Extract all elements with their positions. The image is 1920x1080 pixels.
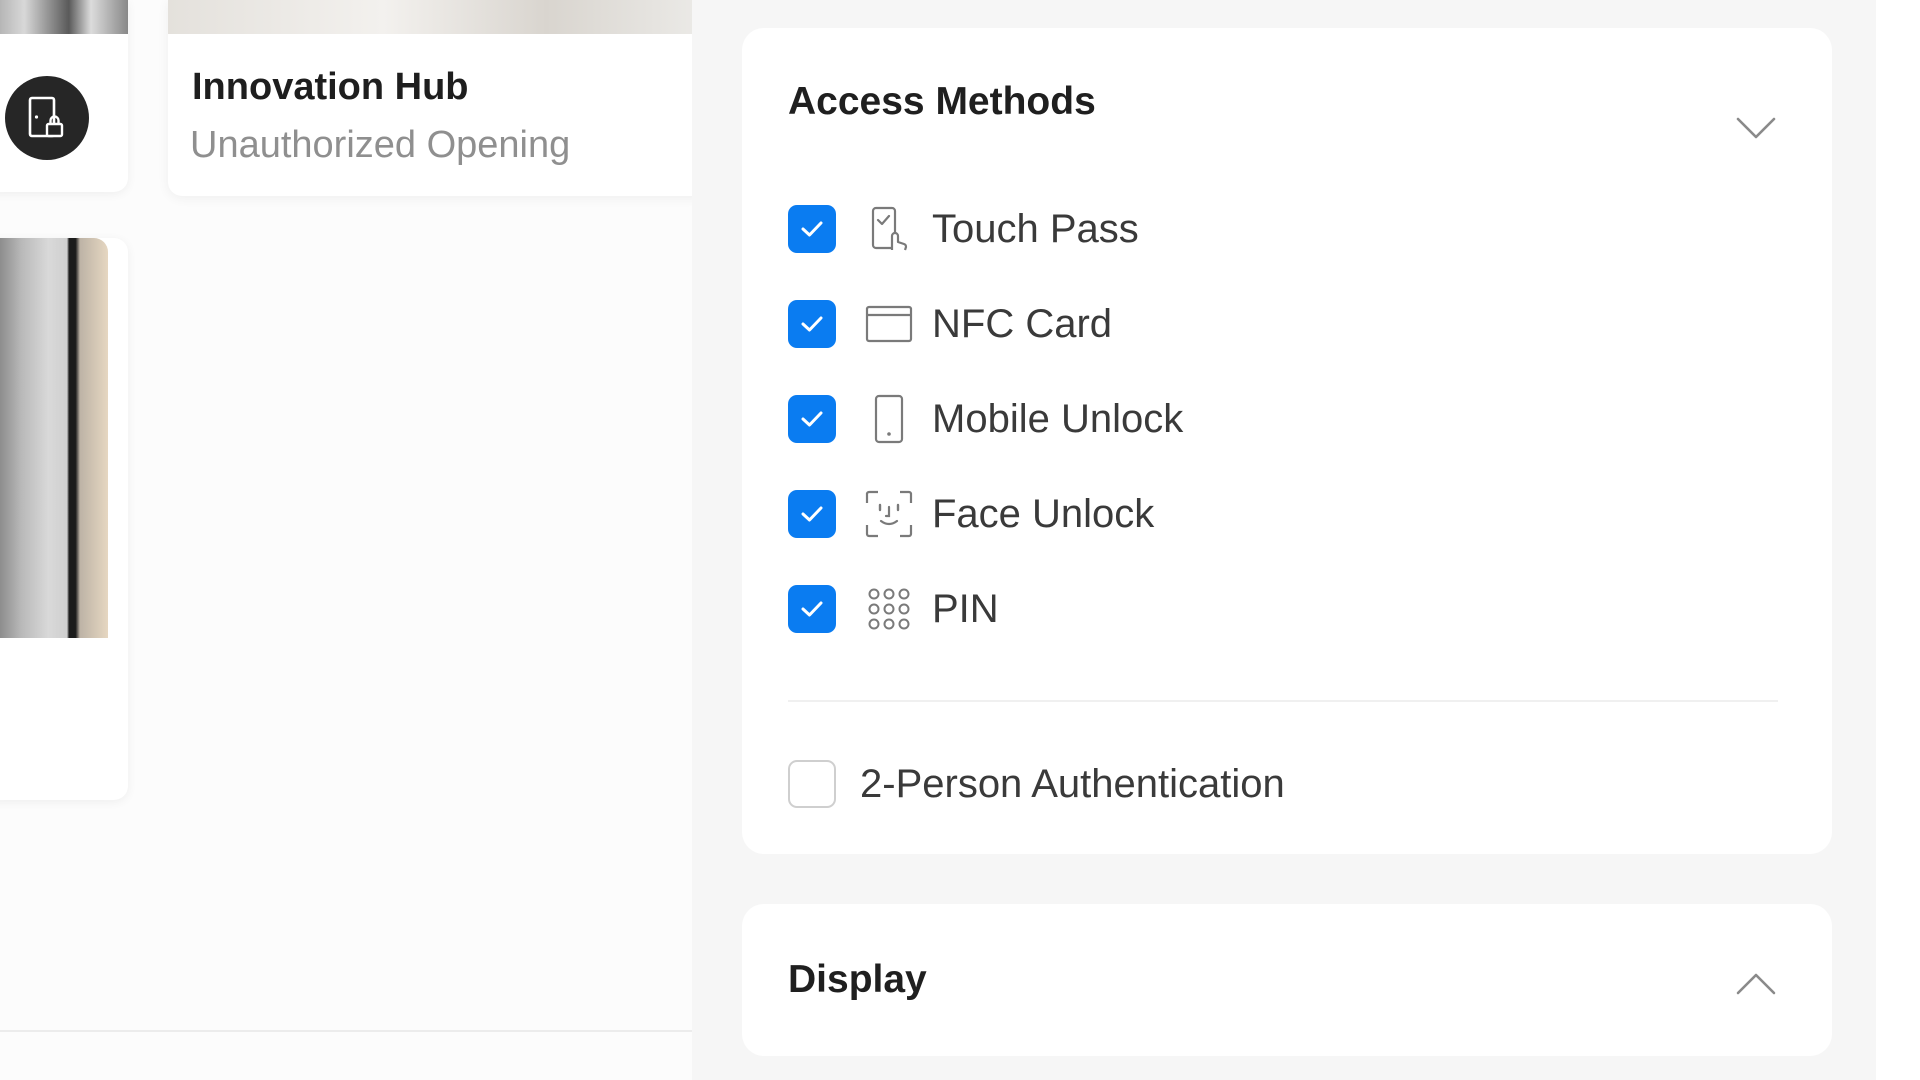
access-methods-title: Access Methods [788,80,1096,123]
door-photo [168,0,708,34]
door-photo [0,0,128,34]
settings-pane-edge [1876,0,1920,1080]
method-row-nfc-card[interactable]: NFC Card [788,299,1688,349]
face-unlock-checkbox[interactable] [788,490,836,538]
door-lock-icon [28,96,64,138]
method-row-touch-pass[interactable]: Touch Pass [788,204,1688,254]
door-lock-badge [5,76,89,160]
pin-checkbox[interactable] [788,585,836,633]
checkmark-icon [801,221,823,237]
access-methods-section: Access Methods Touch Pass NFC Card Mobil… [742,28,1832,854]
chevron-down-icon[interactable] [1736,116,1776,140]
nfc-card-icon [864,299,914,349]
door-card-title: Innovation Hub [192,66,469,108]
checkmark-icon [801,601,823,617]
method-row-mobile-unlock[interactable]: Mobile Unlock [788,394,1688,444]
two-person-auth-label: 2-Person Authentication [860,761,1285,806]
list-divider [0,1030,692,1032]
door-photo [0,238,108,638]
method-row-face-unlock[interactable]: Face Unlock [788,489,1688,539]
app-stage: Innovation Hub Unauthorized Opening Acce… [0,0,1920,1080]
mobile-unlock-label: Mobile Unlock [932,396,1184,441]
face-unlock-label: Face Unlock [932,491,1155,536]
two-person-auth-checkbox[interactable] [788,760,836,808]
checkmark-icon [801,316,823,332]
touch-pass-label: Touch Pass [932,206,1139,251]
keypad-icon [864,584,914,634]
chevron-up-icon[interactable] [1736,972,1776,996]
method-row-two-person-auth[interactable]: 2-Person Authentication [788,759,1688,809]
face-scan-icon [864,489,914,539]
touch-pass-checkbox[interactable] [788,205,836,253]
section-divider [788,700,1778,702]
nfc-card-checkbox[interactable] [788,300,836,348]
method-row-pin[interactable]: PIN [788,584,1688,634]
mobile-unlock-checkbox[interactable] [788,395,836,443]
pin-label: PIN [932,586,999,631]
door-card-innovation-hub[interactable]: Innovation Hub Unauthorized Opening [168,0,708,196]
mobile-phone-icon [864,394,914,444]
display-title: Display [788,958,927,1001]
nfc-card-label: NFC Card [932,301,1113,346]
door-card-partial-middle[interactable] [0,238,128,800]
door-card-partial-top[interactable] [0,0,128,192]
checkmark-icon [801,506,823,522]
door-list-pane: Innovation Hub Unauthorized Opening [0,0,708,1080]
door-card-status: Unauthorized Opening [190,124,571,166]
display-section: Display [742,904,1832,1056]
checkmark-icon [801,411,823,427]
touch-pass-icon [864,204,914,254]
